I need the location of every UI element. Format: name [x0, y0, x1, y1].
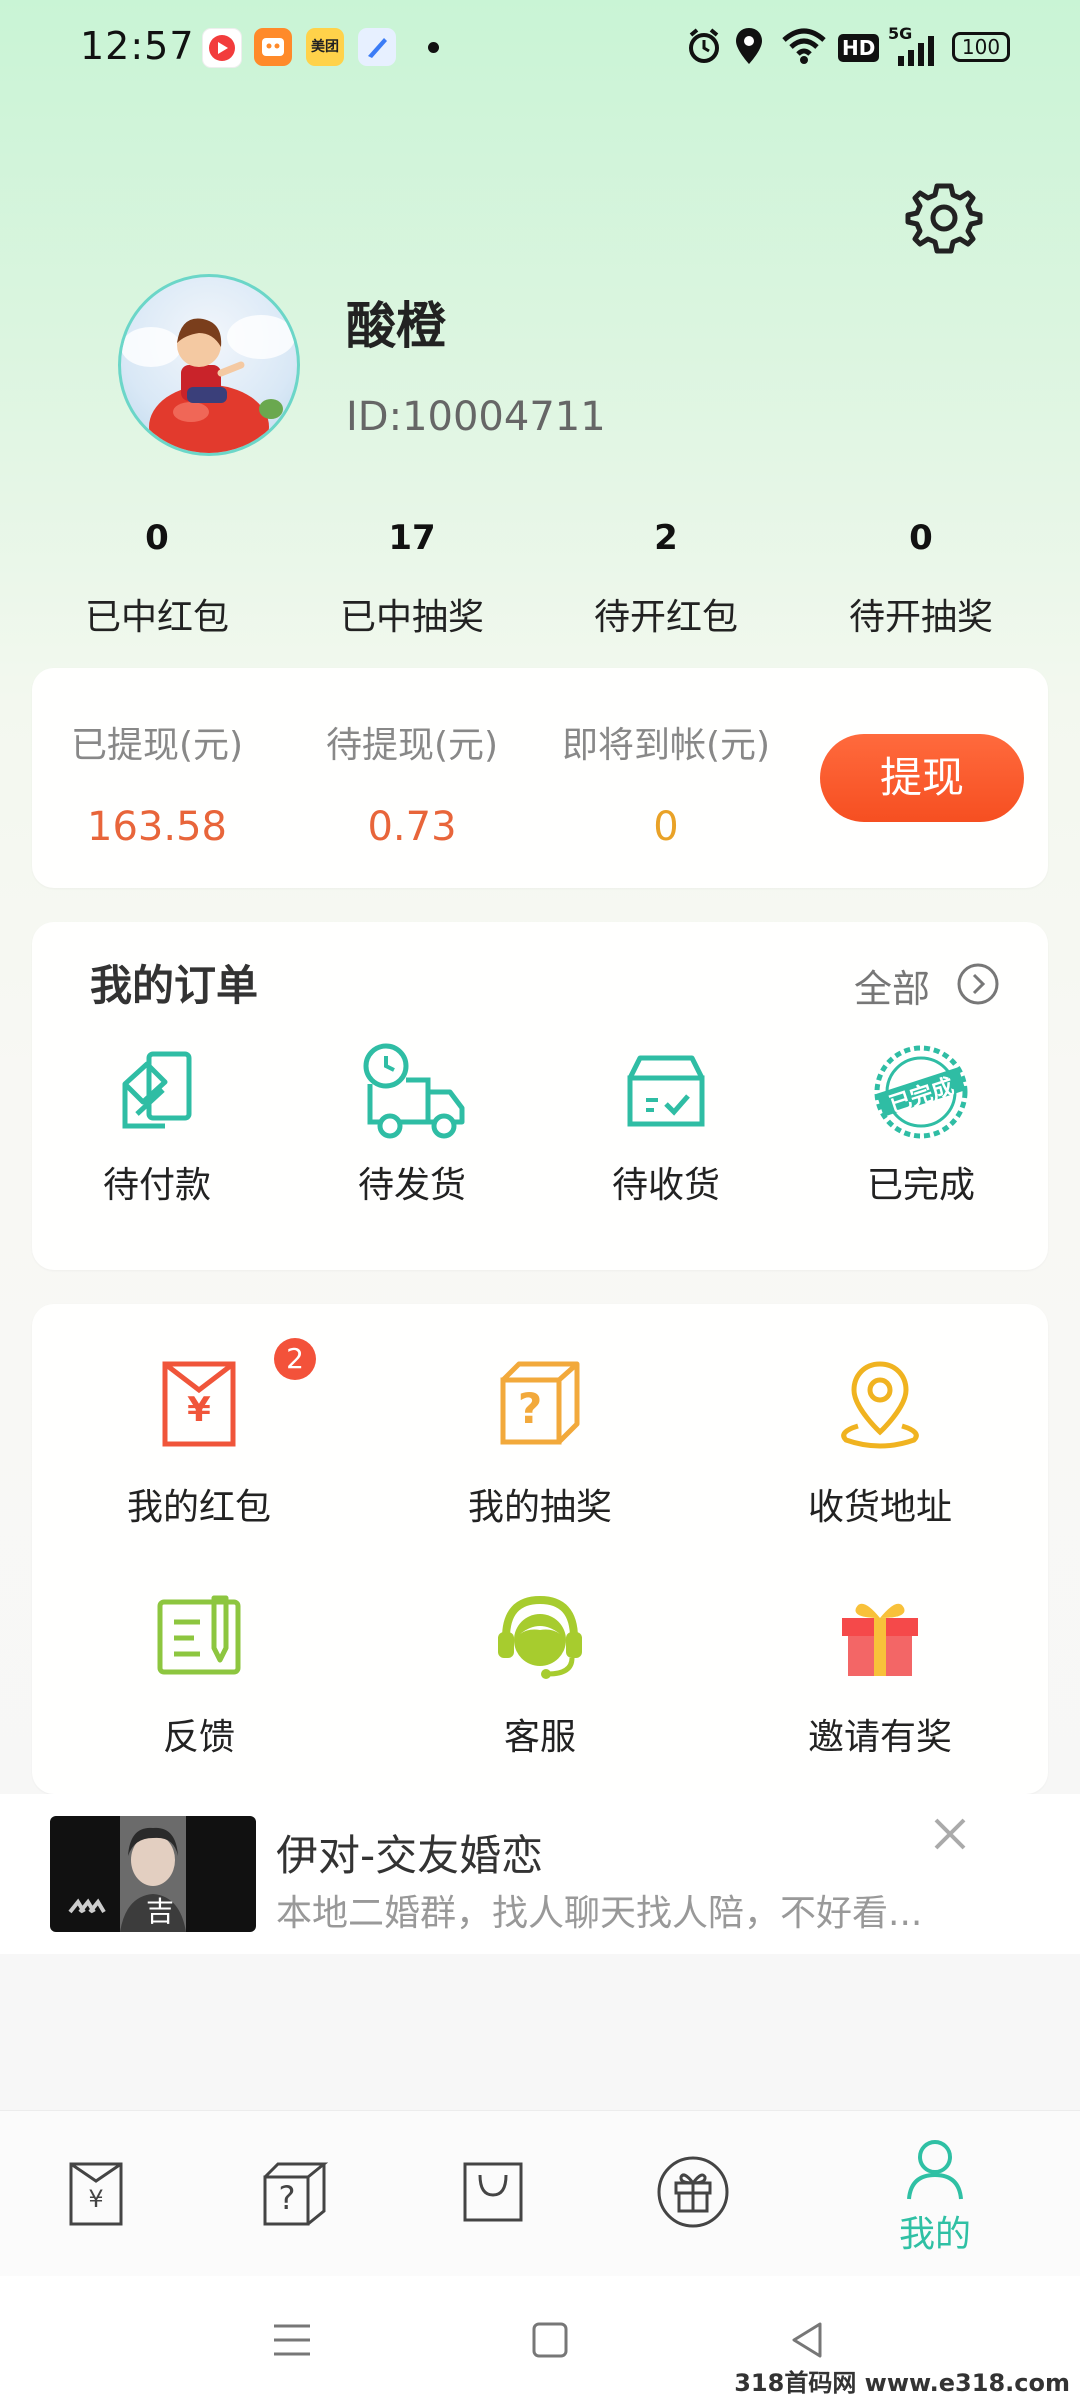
menu-nav-icon[interactable] — [270, 2318, 314, 2366]
service-label: 客服 — [503, 1717, 576, 1758]
ad-description: 本地二婚群，找人聊天找人陪，不好看... — [276, 1893, 923, 1934]
ad-thumbnail[interactable]: 吉 — [50, 1816, 256, 1932]
alarm-icon — [686, 26, 722, 70]
gift-tab-icon — [657, 2156, 729, 2228]
home-nav-icon[interactable] — [528, 2318, 572, 2366]
yuan-symbol: ¥ — [187, 1390, 211, 1430]
hd-indicator: HD — [838, 34, 880, 62]
wifi-icon — [782, 26, 826, 70]
delivery-truck-icon — [292, 1040, 532, 1144]
ad-title: 伊对-交友婚恋 — [276, 1831, 544, 1880]
game-app-icon — [254, 28, 292, 66]
pending-withdraw-value: 0.73 — [367, 804, 457, 850]
order-pending-shipment[interactable]: 待发货 — [292, 1040, 532, 1208]
battery-indicator: 100 — [952, 32, 1010, 62]
service-label: 邀请有奖 — [807, 1717, 952, 1758]
feedback-note-icon — [79, 1588, 319, 1684]
stat-won-red-packets[interactable]: 0 已中红包 — [37, 518, 277, 640]
order-pending-receipt[interactable]: 待收货 — [546, 1040, 786, 1208]
gift-box-icon — [760, 1588, 1000, 1684]
stat-pending-lottery[interactable]: 0 待开抽奖 — [801, 518, 1041, 640]
back-nav-icon[interactable] — [786, 2318, 830, 2366]
stat-pending-red-packets[interactable]: 2 待开红包 — [546, 518, 786, 640]
stat-value: 0 — [909, 518, 933, 558]
stat-value: 17 — [388, 518, 436, 558]
meituan-app-icon: 美团 — [306, 28, 344, 66]
video-app-icon — [202, 28, 242, 68]
signal-icon — [896, 36, 936, 80]
ad-thumb-caption: 吉 — [146, 1895, 175, 1928]
shopping-bag-tab-icon — [463, 2162, 523, 2222]
question-symbol: ? — [517, 1384, 543, 1433]
pending-withdraw-amount: 待提现(元) 0.73 — [292, 716, 532, 850]
service-customer-service[interactable]: 客服 — [420, 1588, 660, 1760]
stat-label: 待开抽奖 — [848, 597, 993, 638]
service-label: 收货地址 — [807, 1487, 952, 1528]
tab-shop[interactable] — [462, 2161, 528, 2231]
red-envelope-tab-icon: ¥ — [68, 2161, 128, 2231]
tab-yuan-symbol: ¥ — [88, 2185, 104, 2213]
service-my-red-packets[interactable]: ¥ 我的红包 — [79, 1358, 319, 1530]
service-my-lottery[interactable]: ? 我的抽奖 — [420, 1358, 660, 1530]
nickname: 酸橙 — [346, 297, 446, 355]
orders-title: 我的订单 — [90, 961, 259, 1010]
tab-question-symbol: ? — [278, 2179, 296, 2217]
tab-profile[interactable]: 我的 — [880, 2137, 990, 2257]
see-all-label: 全部 — [854, 967, 931, 1011]
order-label: 待付款 — [102, 1165, 211, 1206]
mystery-box-tab-icon: ? — [262, 2161, 329, 2231]
arriving-value: 0 — [653, 804, 679, 850]
tab-gifts[interactable] — [656, 2155, 730, 2229]
stat-won-lottery[interactable]: 17 已中抽奖 — [292, 518, 532, 640]
stat-label: 已中红包 — [84, 597, 229, 638]
see-all-orders[interactable]: 全部 — [854, 958, 930, 1013]
location-pin-icon — [760, 1358, 1000, 1454]
mystery-box-icon: ? — [420, 1358, 660, 1454]
order-label: 已完成 — [866, 1165, 975, 1206]
stat-value: 2 — [654, 518, 678, 558]
settings-gear-icon[interactable] — [904, 178, 984, 258]
order-label: 待发货 — [357, 1165, 466, 1206]
blue-app-icon — [358, 28, 396, 66]
withdrawn-value: 163.58 — [87, 804, 227, 850]
order-label: 待收货 — [611, 1165, 720, 1206]
stat-label: 已中抽奖 — [339, 597, 484, 638]
service-label: 我的红包 — [126, 1487, 271, 1528]
service-label: 我的抽奖 — [467, 1487, 612, 1528]
profile-tab-icon — [907, 2140, 963, 2200]
status-time: 12:57 — [80, 24, 195, 68]
completed-stamp-icon: 已完成 — [801, 1040, 1041, 1144]
service-shipping-address[interactable]: 收货地址 — [760, 1358, 1000, 1530]
withdrawn-amount: 已提现(元) 163.58 — [37, 716, 277, 850]
package-box-icon — [546, 1040, 786, 1144]
tab-profile-label: 我的 — [898, 2214, 971, 2255]
watermark: 318首码网 www.e318.com — [734, 2369, 1070, 2397]
service-feedback[interactable]: 反馈 — [79, 1588, 319, 1760]
service-label: 反馈 — [162, 1717, 235, 1758]
tab-lottery[interactable]: ? — [262, 2161, 329, 2231]
user-id: ID:10004711 — [346, 394, 606, 440]
notification-dot — [428, 42, 439, 53]
stat-value: 0 — [145, 518, 169, 558]
red-packet-badge: 2 — [274, 1338, 316, 1380]
chevron-right-icon[interactable] — [956, 962, 1000, 1010]
order-completed[interactable]: 已完成 已完成 — [801, 1040, 1041, 1208]
withdrawn-label: 已提现(元) — [70, 725, 244, 766]
tab-red-packets[interactable]: ¥ — [68, 2161, 128, 2231]
close-ad-icon[interactable] — [930, 1814, 970, 1858]
service-invite-rewards[interactable]: 邀请有奖 — [760, 1588, 1000, 1760]
bottom-tab-bar: ¥ ? 我的 — [0, 2110, 1080, 2277]
stat-label: 待开红包 — [593, 597, 738, 638]
order-pending-payment[interactable]: 待付款 — [37, 1040, 277, 1208]
pending-withdraw-label: 待提现(元) — [325, 725, 499, 766]
avatar[interactable] — [118, 274, 300, 456]
arriving-amount: 即将到帐(元) 0 — [546, 716, 786, 850]
withdraw-button[interactable]: 提现 — [820, 734, 1024, 822]
card-payment-icon — [37, 1040, 277, 1144]
arriving-label: 即将到帐(元) — [561, 725, 771, 766]
status-bar: 12:57 美团 HD 5G 100 — [0, 0, 1080, 96]
location-status-icon — [734, 26, 764, 70]
system-nav-bar: 318首码网 www.e318.com — [0, 2276, 1080, 2408]
customer-service-icon — [420, 1588, 660, 1684]
